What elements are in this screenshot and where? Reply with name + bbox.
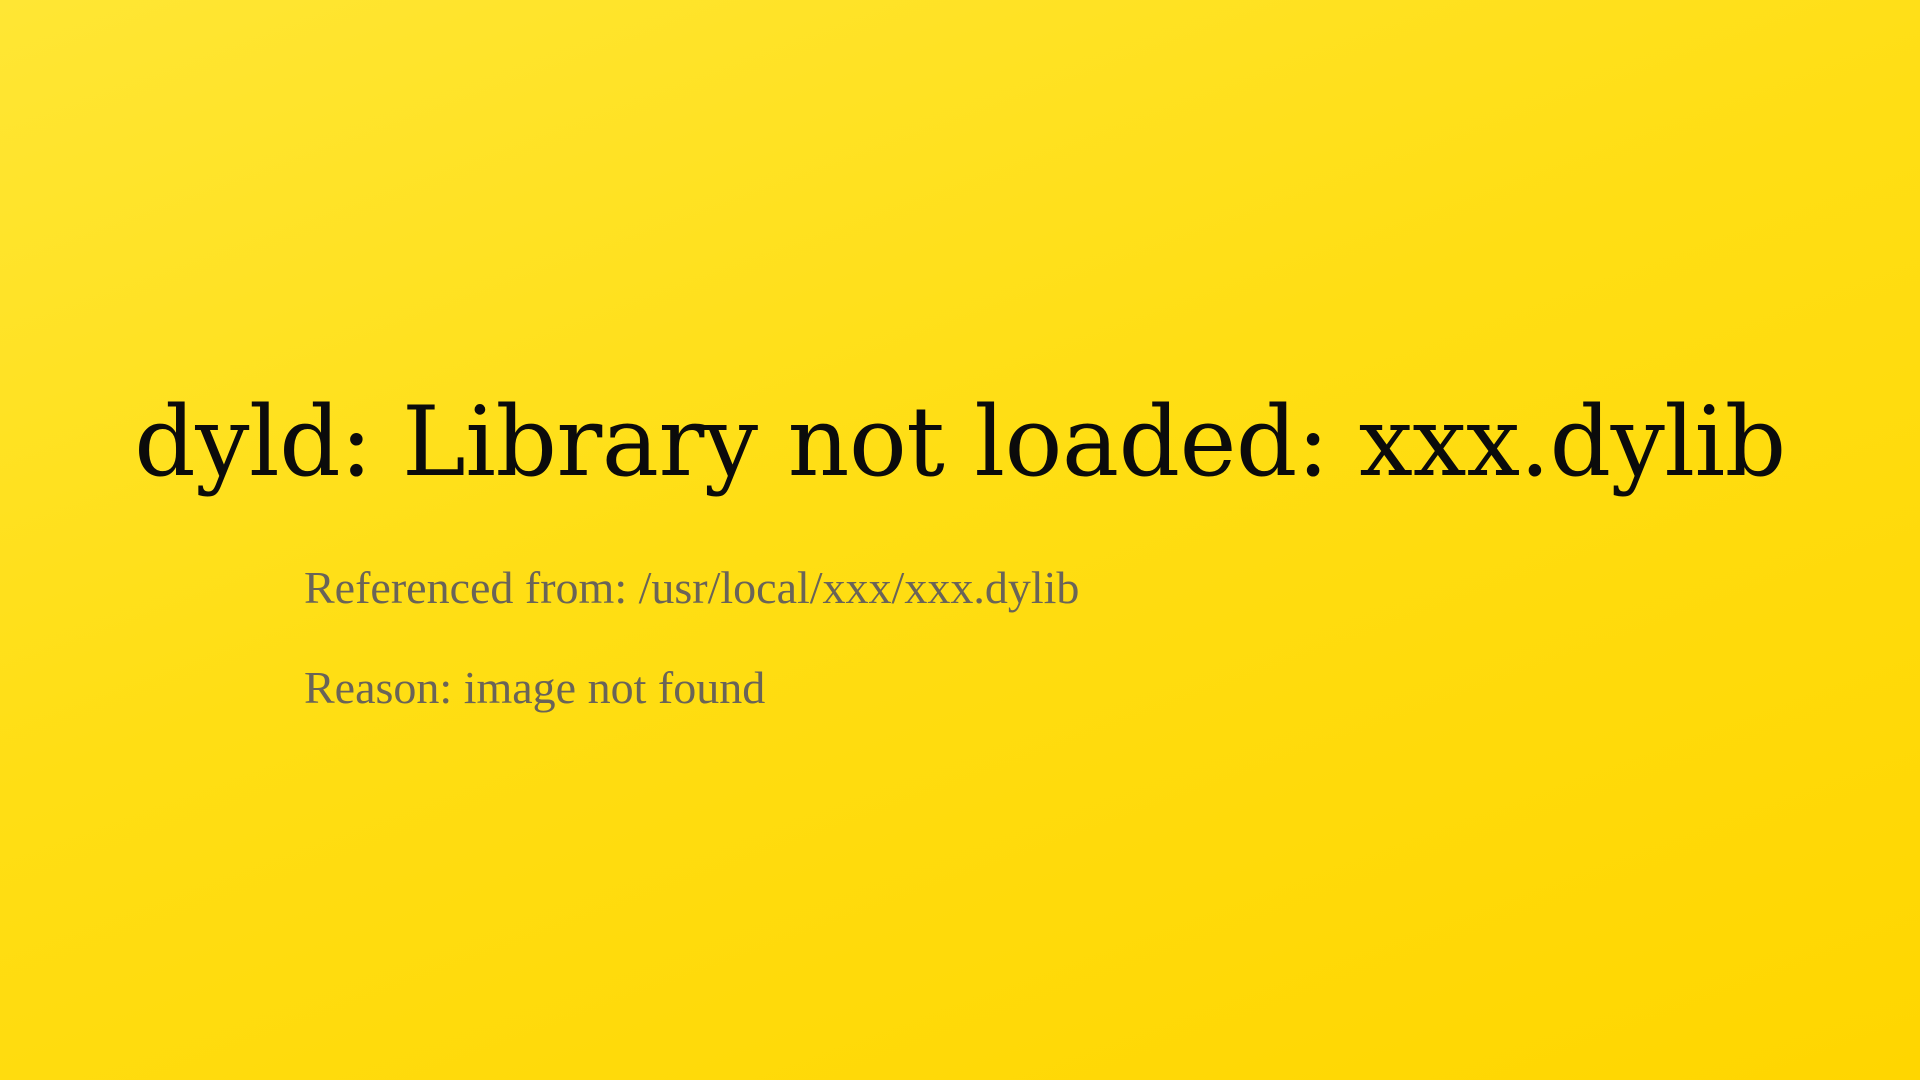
error-title: dyld: Library not loaded: xxx.dylib (134, 386, 1786, 498)
referenced-from-text: Referenced from: /usr/local/xxx/xxx.dyli… (304, 562, 1080, 613)
reason-text: Reason: image not found (304, 662, 766, 713)
error-slide: dyld: Library not loaded: xxx.dylib Refe… (0, 0, 1920, 1080)
